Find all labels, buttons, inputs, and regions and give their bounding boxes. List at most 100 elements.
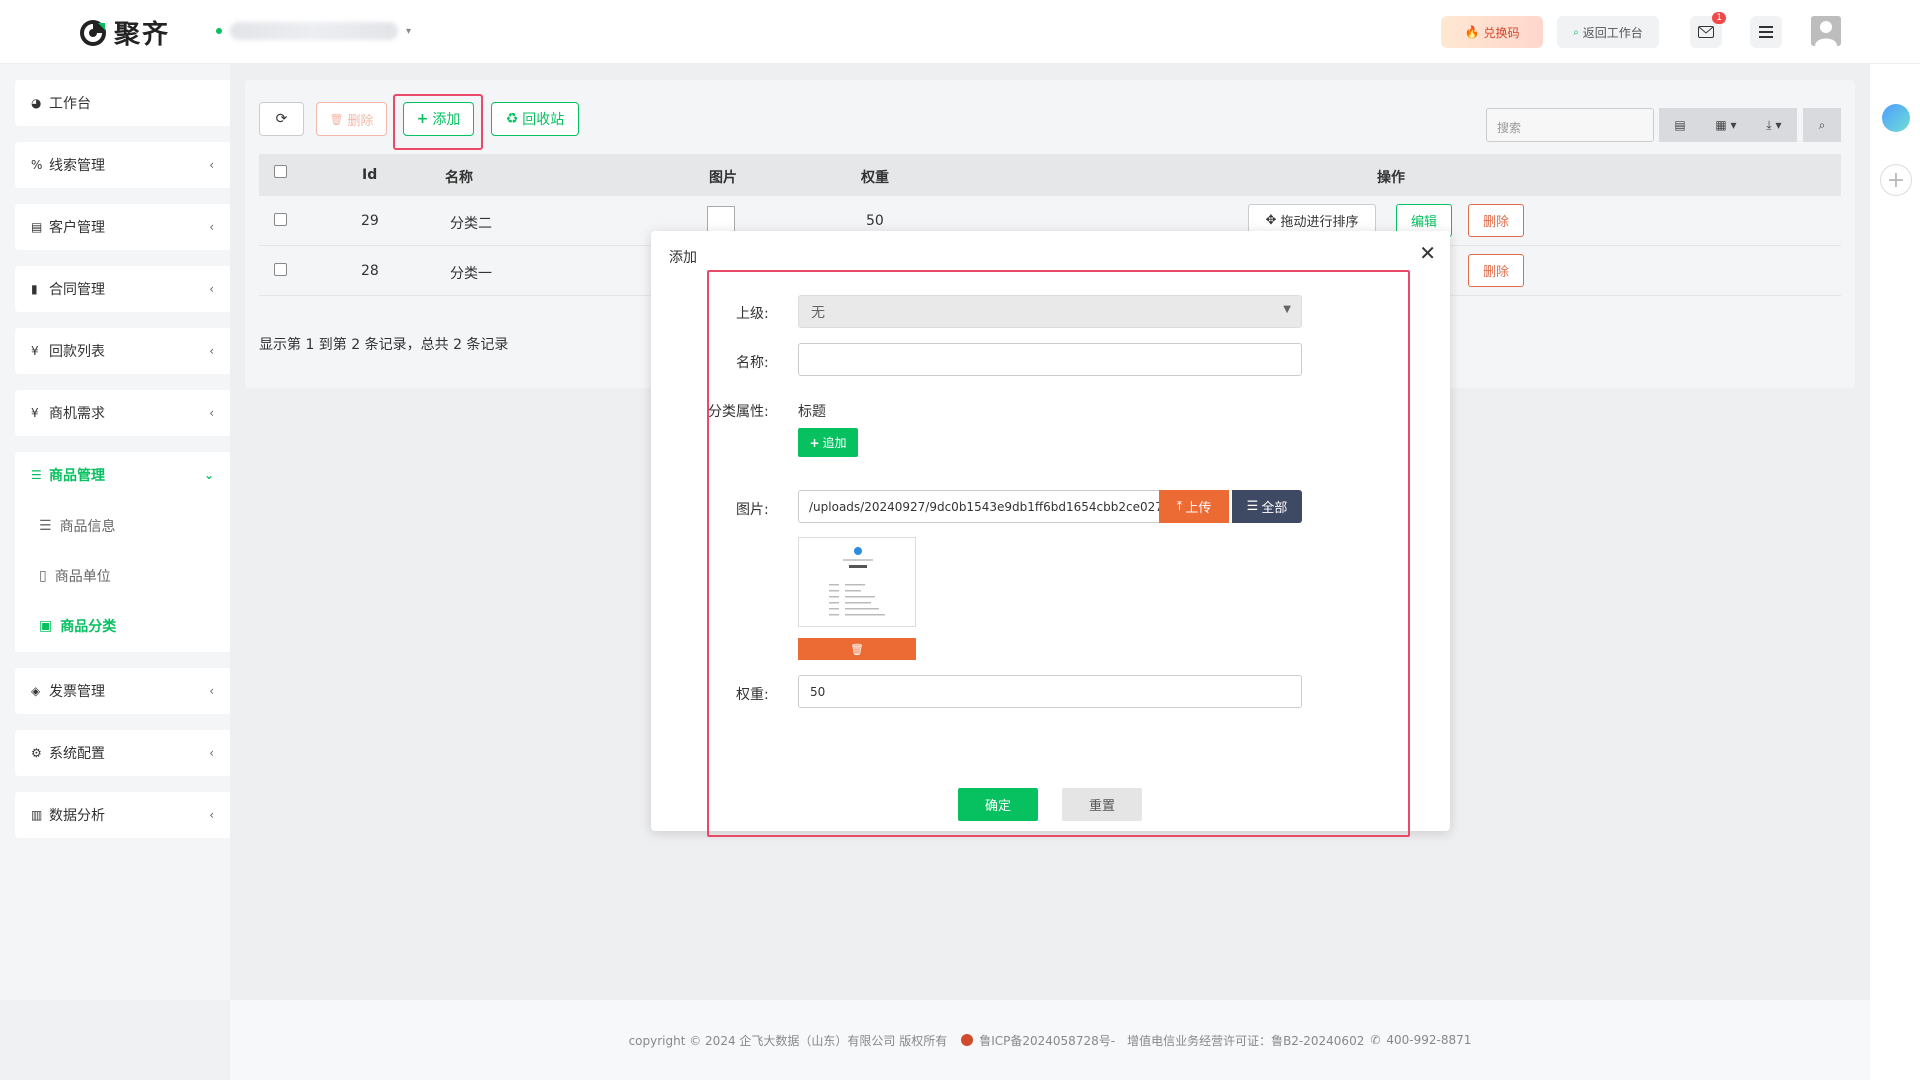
col-image: 图片 — [709, 170, 737, 186]
yen-icon: ¥ — [31, 344, 39, 358]
trash-icon: 🗑 — [329, 112, 344, 126]
plus-icon: + — [809, 435, 820, 450]
top-header: 聚齐 ▾ 🔥 兑换码 ⌕ 返回工作台 1 — [0, 0, 1920, 64]
tag-icon: ◈ — [31, 684, 41, 698]
chevron-left-icon: ‹ — [209, 282, 214, 296]
delete-button[interactable]: 删除 — [1468, 204, 1524, 237]
right-toolbar: + — [1870, 64, 1920, 1080]
logo[interactable]: 聚齐 — [78, 14, 170, 51]
company-name-blurred — [230, 22, 398, 40]
upload-icon: ⤒ — [1176, 499, 1183, 514]
dashboard-icon: ◕ — [31, 96, 42, 110]
sidebar-subitem-product-unit[interactable]: ▯ 商品单位 — [39, 564, 111, 588]
sidebar-item-invoices[interactable]: ◈ 发票管理 ‹ — [15, 668, 230, 714]
close-icon[interactable]: ✕ — [1419, 241, 1436, 265]
sidebar-item-contracts[interactable]: ▮ 合同管理 ‹ — [15, 266, 230, 312]
search-button[interactable]: ⌕ — [1803, 108, 1841, 142]
confirm-button[interactable]: 确定 — [958, 788, 1038, 821]
broken-image-icon[interactable] — [707, 206, 735, 232]
columns-button[interactable]: ▦ ▾ — [1701, 108, 1751, 142]
phone-icon: ✆ — [1370, 1033, 1381, 1047]
gears-icon: ⚙ — [31, 746, 42, 760]
avatar[interactable] — [1811, 16, 1841, 46]
col-weight[interactable]: 权重 — [861, 167, 889, 187]
chat-assistant-icon[interactable] — [1882, 104, 1910, 132]
name-label: 名称: — [736, 355, 769, 371]
download-icon: ⤓ ▾ — [1766, 117, 1782, 132]
parent-select[interactable]: 无 ▼ — [798, 295, 1302, 328]
redeem-code-button[interactable]: 🔥 兑换码 — [1441, 16, 1543, 48]
company-switcher[interactable]: ▾ — [216, 22, 411, 40]
sidebar-item-settings[interactable]: ⚙ 系统配置 ‹ — [15, 730, 230, 776]
row-checkbox[interactable] — [274, 263, 287, 276]
toggle-view-button[interactable]: ▤ — [1659, 108, 1701, 142]
attr-label: 分类属性: — [708, 404, 769, 420]
calendar-icon: ▣ — [39, 618, 53, 634]
sidebar-subitem-product-category[interactable]: ▣ 商品分类 — [39, 614, 116, 638]
export-button[interactable]: ⤓ ▾ — [1751, 108, 1797, 142]
grid-icon: ▦ ▾ — [1715, 118, 1737, 132]
caret-down-icon: ▾ — [406, 25, 412, 37]
parent-label: 上级: — [736, 306, 769, 322]
weight-label: 权重: — [736, 687, 769, 703]
return-workbench-button[interactable]: ⌕ 返回工作台 — [1557, 16, 1659, 48]
bulk-delete-button[interactable]: 🗑 删除 — [316, 102, 387, 136]
sidebar-item-analytics[interactable]: ▥ 数据分析 ‹ — [15, 792, 230, 838]
mail-icon — [1698, 26, 1714, 38]
search-icon: ⌕ — [1818, 117, 1826, 132]
refresh-icon: ⟳ — [275, 111, 288, 127]
user-avatar-icon — [1811, 16, 1841, 46]
sidebar-item-payments[interactable]: ¥ 回款列表 ‹ — [15, 328, 230, 374]
logo-text: 聚齐 — [114, 20, 171, 50]
police-badge-icon — [961, 1034, 974, 1046]
col-name: 名称 — [445, 170, 473, 186]
append-button[interactable]: + 追加 — [798, 428, 858, 457]
indent-list-icon: ☰ — [39, 518, 52, 534]
table-header: Id 名称 图片 权重 操作 — [259, 154, 1841, 196]
remove-image-button[interactable]: 🗑 — [798, 638, 916, 660]
image-label: 图片: — [736, 502, 769, 518]
dialog-title: 添加 — [669, 250, 697, 266]
choose-all-button[interactable]: ☰ 全部 — [1232, 490, 1302, 523]
image-thumbnail[interactable] — [798, 537, 916, 627]
search-input[interactable]: 搜索 — [1486, 108, 1654, 142]
mail-badge: 1 — [1712, 12, 1726, 24]
image-path-input[interactable]: /uploads/20240927/9dc0b1543e9db1ff6bd165… — [798, 490, 1159, 523]
sidebar-subitem-product-info[interactable]: ☰ 商品信息 — [39, 514, 116, 538]
sidebar-item-customers[interactable]: ▤ 客户管理 ‹ — [15, 204, 230, 250]
pagination-info: 显示第 1 到第 2 条记录，总共 2 条记录 — [259, 337, 509, 353]
plus-icon[interactable]: + — [1880, 164, 1912, 196]
col-id[interactable]: Id — [362, 167, 377, 183]
reset-button[interactable]: 重置 — [1062, 788, 1142, 821]
bar-chart-icon: ▥ — [31, 808, 43, 822]
chevron-left-icon: ‹ — [209, 344, 214, 358]
upload-button[interactable]: ⤒ 上传 — [1159, 490, 1229, 523]
sidebar-item-leads[interactable]: % 线索管理 ‹ — [15, 142, 230, 188]
chevron-left-icon: ‹ — [209, 746, 214, 760]
list-icon: ☰ — [1246, 499, 1259, 514]
weight-input[interactable]: 50 — [798, 675, 1302, 708]
select-all-checkbox[interactable] — [274, 165, 287, 178]
chevron-left-icon: ‹ — [209, 684, 214, 698]
caret-down-icon: ▼ — [1283, 304, 1291, 315]
products-submenu: ☰ 商品信息 ▯ 商品单位 ▣ 商品分类 — [15, 486, 230, 652]
recycle-bin-button[interactable]: ♻ 回收站 — [491, 102, 579, 136]
sidebar-item-workbench[interactable]: ◕ 工作台 — [15, 80, 230, 126]
receipt-preview-icon — [829, 547, 885, 616]
file-icon: ▯ — [39, 568, 47, 584]
yen-icon: ¥ — [31, 406, 39, 420]
link-icon: % — [31, 158, 43, 172]
sidebar-item-opportunities[interactable]: ¥ 商机需求 ‹ — [15, 390, 230, 436]
name-input[interactable] — [798, 343, 1302, 376]
menu-button[interactable] — [1750, 16, 1782, 48]
chevron-left-icon: ‹ — [209, 808, 214, 822]
trash-icon: 🗑 — [850, 642, 864, 656]
mail-button[interactable]: 1 — [1690, 12, 1726, 48]
delete-button[interactable]: 删除 — [1468, 254, 1524, 287]
table-view-icon: ▤ — [1674, 118, 1686, 132]
refresh-button[interactable]: ⟳ — [259, 102, 304, 136]
search-small-icon: ⌕ — [1573, 26, 1579, 38]
id-card-icon: ▤ — [31, 220, 43, 234]
row-checkbox[interactable] — [274, 213, 287, 226]
hamburger-icon — [1759, 26, 1773, 38]
